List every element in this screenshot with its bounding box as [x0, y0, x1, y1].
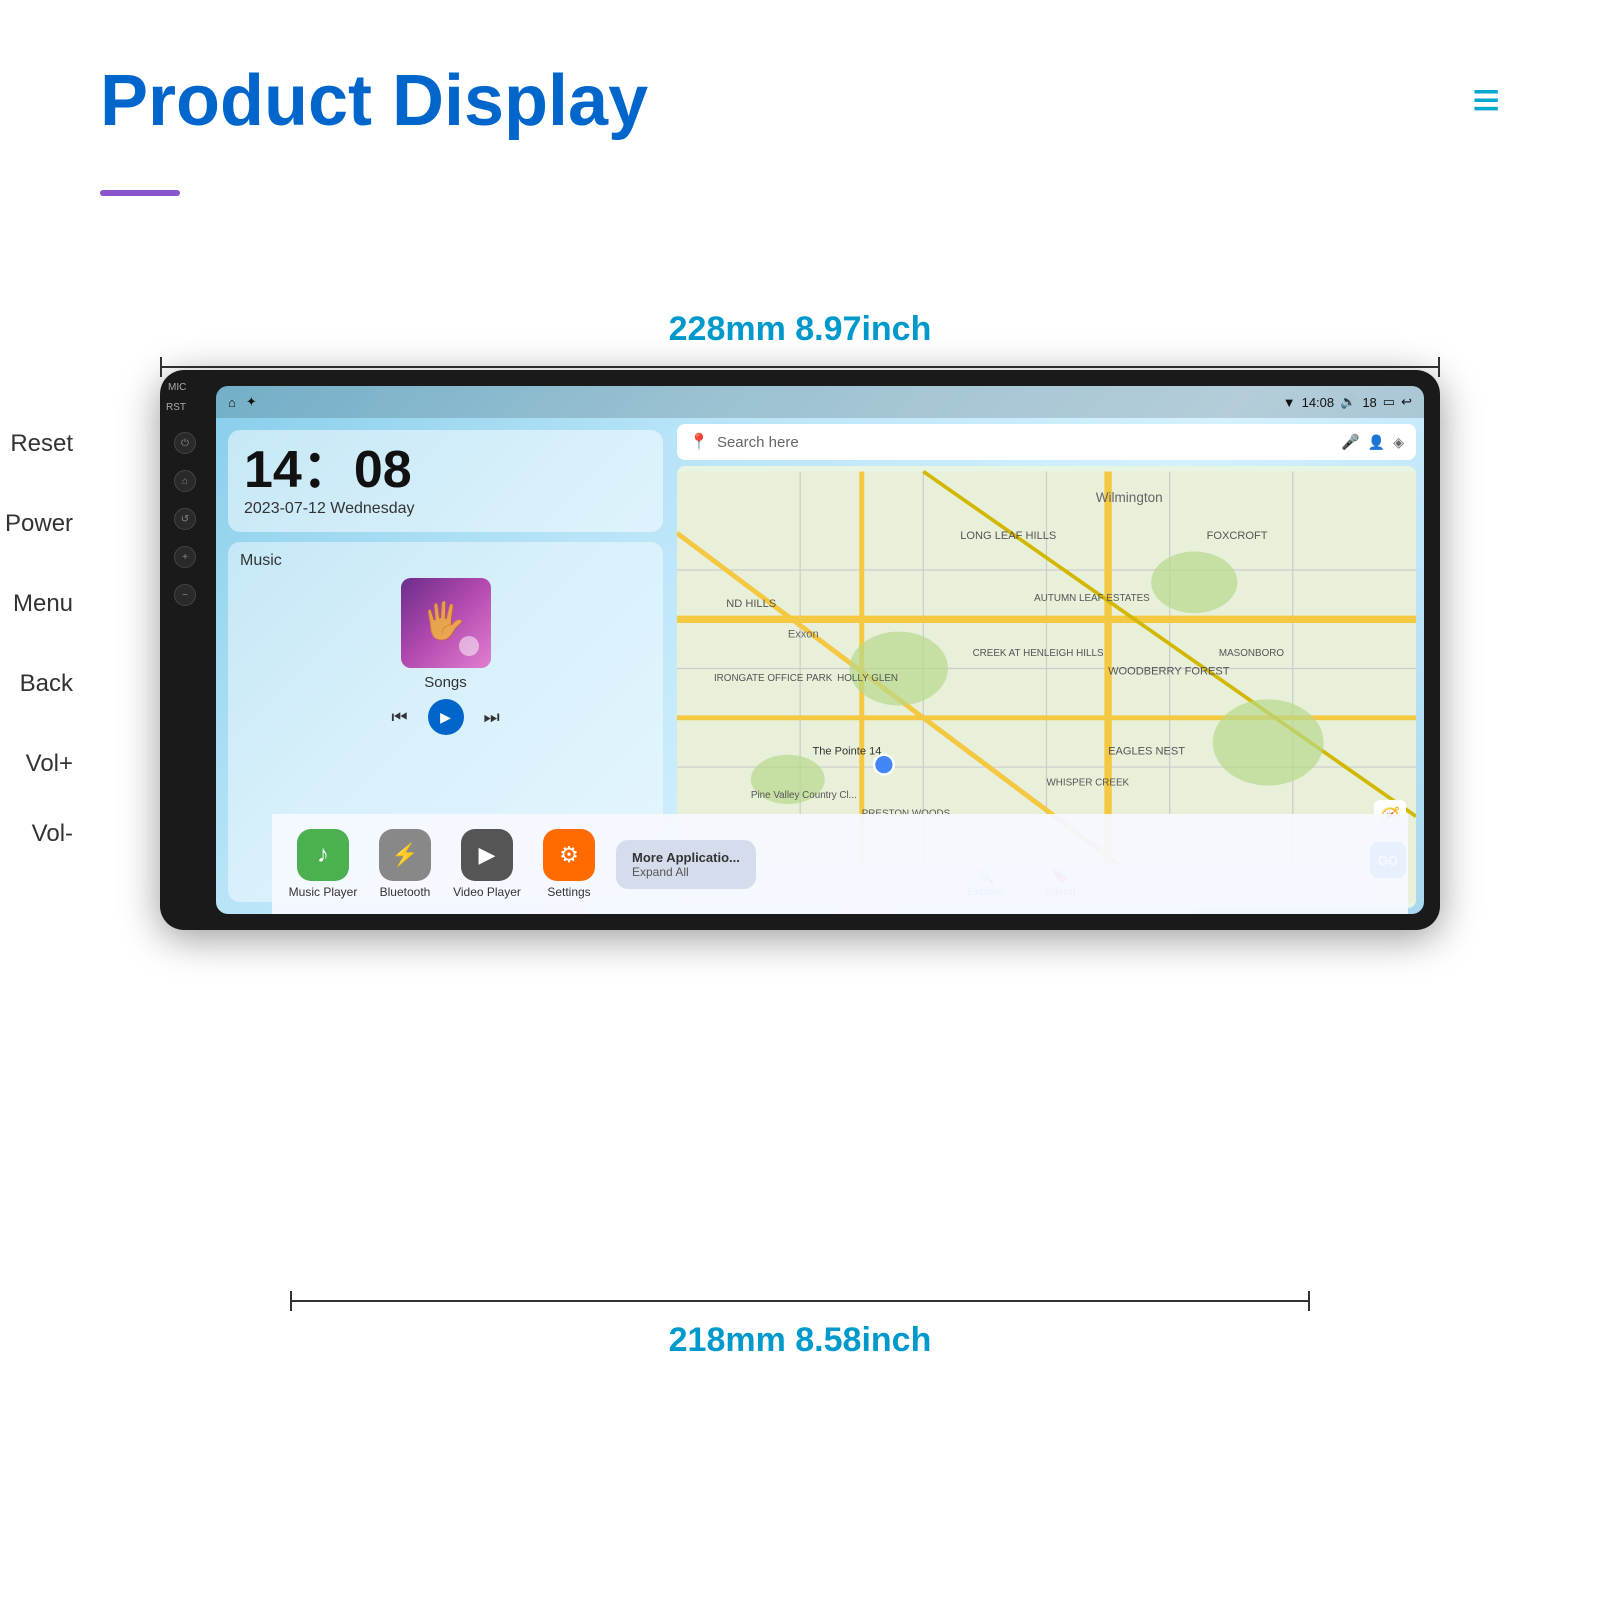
- vol-minus-button[interactable]: −: [174, 584, 196, 606]
- battery-level: 18: [1362, 395, 1376, 410]
- home-button[interactable]: ⌂: [174, 470, 196, 492]
- reset-label: Reset: [5, 430, 73, 458]
- home-icon: ⌂: [228, 395, 236, 410]
- dim-top-text: 228mm 8.97inch: [669, 310, 932, 349]
- next-button[interactable]: ⏭: [484, 707, 500, 728]
- mic-label: MIC: [168, 382, 186, 393]
- clock-time: 14：08: [244, 444, 647, 496]
- status-time: 14:08: [1302, 395, 1335, 410]
- side-labels: Reset Power Menu Back Vol+ Vol-: [5, 430, 73, 848]
- status-bar: ⌂ ✦ ▼ 14:08 🔊 18 ▭ ↩: [216, 386, 1424, 418]
- svg-text:The Pointe 14: The Pointe 14: [813, 746, 882, 758]
- volume-icon: 🔊: [1340, 394, 1356, 410]
- svg-text:MASONBORO: MASONBORO: [1219, 648, 1284, 659]
- bluetooth-icon-bg: ⚡: [379, 829, 431, 881]
- clock-widget: 14：08 2023-07-12 Wednesday: [228, 430, 663, 532]
- svg-text:Wilmington: Wilmington: [1096, 490, 1163, 505]
- back-button[interactable]: ↺: [174, 508, 196, 530]
- mic-search-icon: 🎤: [1341, 433, 1360, 451]
- svg-text:IRONGATE OFFICE PARK: IRONGATE OFFICE PARK: [714, 673, 833, 684]
- svg-text:AUTUMN LEAF ESTATES: AUTUMN LEAF ESTATES: [1034, 593, 1150, 604]
- video-player-icon-bg: ▶: [461, 829, 513, 881]
- device-buttons: ⏻ ⌂ ↺ + −: [174, 432, 196, 606]
- back-icon: ↩: [1401, 394, 1412, 410]
- svg-text:WOODBERRY FOREST: WOODBERRY FOREST: [1108, 666, 1230, 678]
- app-video-player[interactable]: ▶ Video Player: [452, 829, 522, 899]
- device-wrapper: Reset Power Menu Back Vol+ Vol- 130mm 5.…: [160, 370, 1440, 930]
- maps-icon: ✦: [246, 394, 257, 410]
- svg-text:🖐: 🖐: [421, 599, 466, 644]
- settings-icon-bg: ⚙: [543, 829, 595, 881]
- svg-text:FOXCROFT: FOXCROFT: [1207, 530, 1268, 542]
- status-right: ▼ 14:08 🔊 18 ▭ ↩: [1283, 394, 1412, 410]
- more-apps-title: More Applicatio...: [632, 850, 740, 865]
- car-radio-device: MIC RST ⏻ ⌂ ↺ + − ⌂ ✦ ▼ 14:08 🔊 18: [160, 370, 1440, 930]
- menu-label: Menu: [5, 590, 73, 618]
- map-search-icon: 📍: [689, 432, 709, 452]
- play-button[interactable]: ▶: [428, 699, 464, 735]
- vol-minus-label: Vol-: [5, 820, 73, 848]
- dim-bottom-text: 218mm 8.58inch: [669, 1321, 932, 1360]
- account-icon: 👤: [1368, 434, 1385, 451]
- svg-text:Pine Valley Country Cl...: Pine Valley Country Cl...: [751, 790, 857, 801]
- music-player-icon-bg: ♪: [297, 829, 349, 881]
- svg-text:WHISPER CREEK: WHISPER CREEK: [1047, 778, 1130, 789]
- svg-text:Exxon: Exxon: [788, 629, 819, 641]
- app-bar: ♪ Music Player ⚡ Bluetooth ▶ Video Playe…: [272, 814, 1408, 914]
- music-controls: ⏮ ▶ ⏭: [240, 699, 651, 735]
- vol-plus-label: Vol+: [5, 750, 73, 778]
- svg-text:ND HILLS: ND HILLS: [726, 598, 776, 610]
- bluetooth-label: Bluetooth: [380, 885, 431, 899]
- settings-label: Settings: [547, 885, 590, 899]
- svg-text:EAGLES NEST: EAGLES NEST: [1108, 746, 1185, 758]
- layers-icon: ◈: [1393, 434, 1404, 451]
- dimension-top: 228mm 8.97inch: [160, 310, 1440, 377]
- more-apps[interactable]: More Applicatio... Expand All: [616, 840, 756, 889]
- prev-button[interactable]: ⏮: [391, 707, 407, 728]
- svg-text:CREEK AT HENLEIGH HILLS: CREEK AT HENLEIGH HILLS: [973, 648, 1104, 659]
- header: Product Display ≡: [100, 60, 1500, 142]
- music-label: Music: [240, 552, 651, 570]
- back-label: Back: [5, 670, 73, 698]
- svg-text:LONG LEAF HILLS: LONG LEAF HILLS: [960, 530, 1056, 542]
- app-settings[interactable]: ⚙ Settings: [534, 829, 604, 899]
- music-player-label: Music Player: [289, 885, 358, 899]
- vol-plus-button[interactable]: +: [174, 546, 196, 568]
- app-music-player[interactable]: ♪ Music Player: [288, 829, 358, 899]
- video-player-label: Video Player: [453, 885, 521, 899]
- clock-date: 2023-07-12 Wednesday: [244, 500, 647, 518]
- app-bluetooth[interactable]: ⚡ Bluetooth: [370, 829, 440, 899]
- settings-icon: ⚙: [559, 842, 579, 868]
- map-search-bar[interactable]: 📍 Search here 🎤 👤 ◈: [677, 424, 1416, 460]
- svg-text:HOLLY GLEN: HOLLY GLEN: [837, 673, 898, 684]
- wifi-icon: ▼: [1283, 395, 1296, 410]
- car-screen: ⌂ ✦ ▼ 14:08 🔊 18 ▭ ↩ 14：08: [216, 386, 1424, 914]
- more-apps-subtitle: Expand All: [632, 865, 740, 879]
- power-button[interactable]: ⏻: [174, 432, 196, 454]
- rst-label: RST: [166, 402, 186, 413]
- status-left: ⌂ ✦: [228, 394, 257, 410]
- music-player-icon: ♪: [317, 841, 329, 869]
- music-songs-label: Songs: [240, 674, 651, 691]
- hamburger-icon[interactable]: ≡: [1472, 77, 1500, 125]
- decorative-line: [100, 190, 180, 196]
- dimension-bottom: 218mm 8.58inch: [220, 1291, 1380, 1360]
- bluetooth-icon: ⚡: [391, 842, 418, 868]
- map-search-text: Search here: [717, 434, 1333, 451]
- page-title: Product Display: [100, 60, 648, 142]
- battery-icon: ▭: [1383, 394, 1395, 410]
- video-player-icon: ▶: [479, 842, 496, 868]
- music-album-art: 🖐: [401, 578, 491, 668]
- power-label: Power: [5, 510, 73, 538]
